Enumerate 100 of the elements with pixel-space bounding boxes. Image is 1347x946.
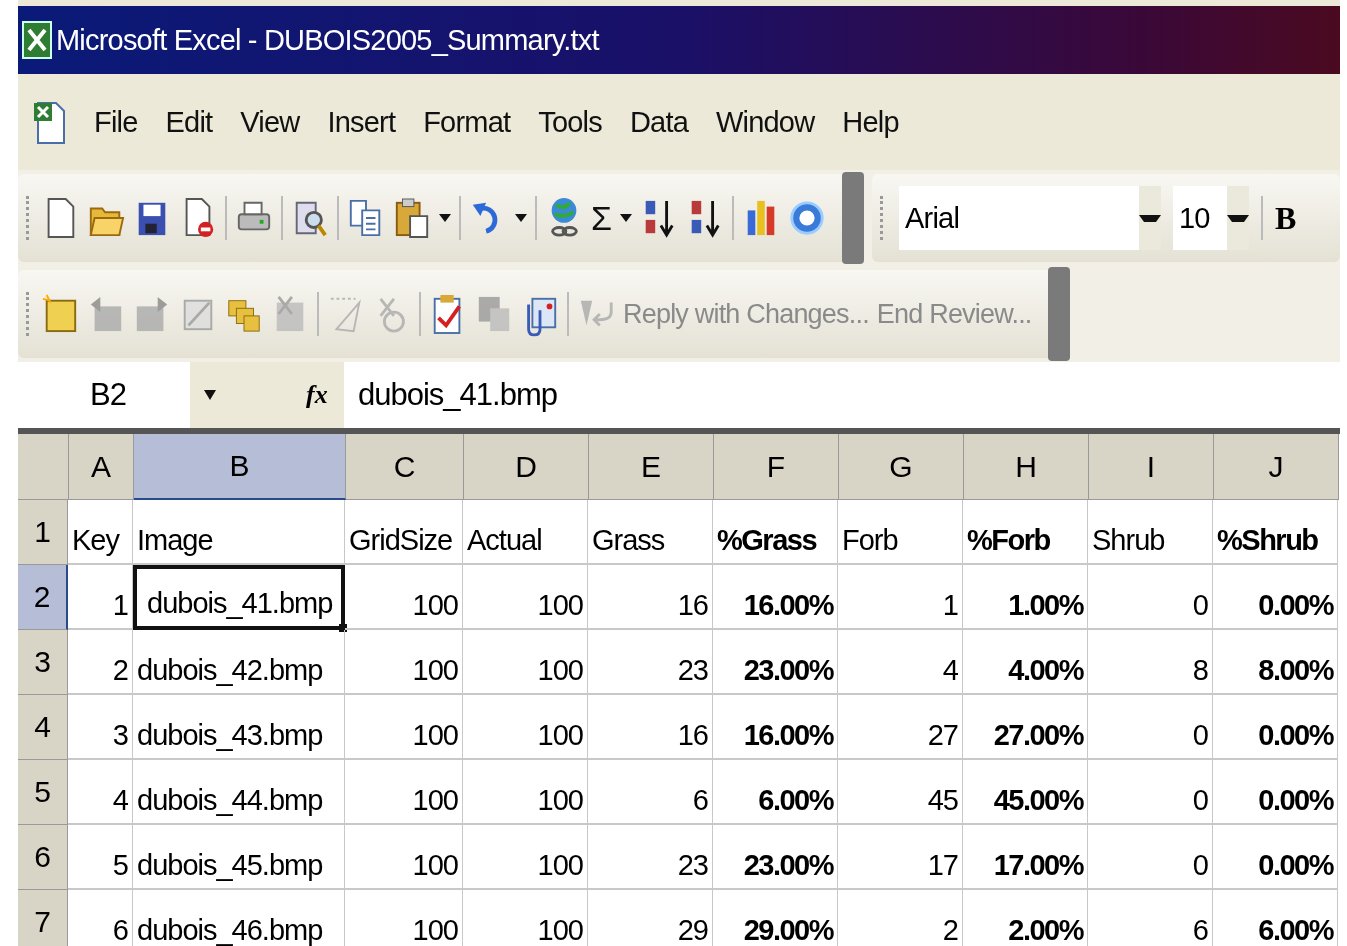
row-header[interactable]: 7 bbox=[18, 890, 68, 946]
toolbar-options-handle[interactable] bbox=[842, 172, 865, 264]
table-cell: 6.00% bbox=[713, 760, 838, 825]
column-header[interactable]: H bbox=[964, 434, 1089, 500]
caret-icon[interactable] bbox=[620, 214, 633, 222]
row-header[interactable]: 1 bbox=[18, 500, 68, 565]
table-cell: 100 bbox=[463, 565, 588, 630]
table-cell: 29 bbox=[588, 890, 713, 946]
menu-item[interactable]: Data bbox=[629, 105, 688, 139]
table-cell: 0.00% bbox=[1213, 825, 1338, 890]
table-cell: 27 bbox=[838, 695, 963, 760]
table-cell: 17 bbox=[838, 825, 963, 890]
workbook-icon[interactable] bbox=[32, 99, 66, 145]
excel-icon bbox=[22, 20, 52, 60]
menu-item[interactable]: Insert bbox=[327, 105, 396, 139]
toolbar-options-handle[interactable] bbox=[1047, 267, 1070, 361]
column-header[interactable]: E bbox=[589, 434, 714, 500]
formula-field[interactable]: dubois_41.bmp bbox=[344, 362, 1340, 428]
table-cell: 100 bbox=[463, 695, 588, 760]
table-cell: 0 bbox=[1088, 760, 1213, 825]
table-cell: dubois_45.bmp bbox=[133, 825, 345, 890]
caret-icon[interactable] bbox=[439, 214, 451, 222]
table-cell: 6 bbox=[1088, 890, 1213, 946]
table-cell: %Forb bbox=[963, 500, 1088, 565]
table-cell: 0 bbox=[1088, 565, 1213, 630]
table-cell: 16.00% bbox=[713, 695, 838, 760]
menu-item[interactable]: Window bbox=[716, 105, 815, 139]
menu-item[interactable]: Help bbox=[842, 105, 899, 139]
window-title: Microsoft Excel - DUBOIS2005_Summary.txt bbox=[56, 23, 599, 57]
caret-icon[interactable] bbox=[204, 390, 216, 400]
table-cell: Key bbox=[68, 500, 133, 565]
table-cell: 17.00% bbox=[963, 825, 1088, 890]
table-cell: 27.00% bbox=[963, 695, 1088, 760]
column-header[interactable]: F bbox=[714, 434, 839, 500]
table-cell: 2.00% bbox=[963, 890, 1088, 946]
caret-icon[interactable] bbox=[515, 214, 527, 222]
menu-item[interactable]: Edit bbox=[165, 105, 213, 139]
table-cell: 45 bbox=[838, 760, 963, 825]
table-cell: dubois_43.bmp bbox=[133, 695, 345, 760]
row-header[interactable]: 6 bbox=[18, 825, 68, 890]
table-cell: 1.00% bbox=[963, 565, 1088, 630]
table-cell: 23.00% bbox=[713, 630, 838, 695]
menu-item[interactable]: Format bbox=[423, 105, 511, 139]
table-cell: %Grass bbox=[713, 500, 838, 565]
row-header[interactable]: 5 bbox=[18, 760, 68, 825]
table-cell: 2 bbox=[68, 630, 133, 695]
table-cell: Grass bbox=[588, 500, 713, 565]
column-header[interactable]: D bbox=[464, 434, 589, 500]
table-cell: dubois_44.bmp bbox=[133, 760, 345, 825]
table-cell: 100 bbox=[345, 695, 463, 760]
table-cell: 1 bbox=[838, 565, 963, 630]
table-cell: 6 bbox=[68, 890, 133, 946]
table-cell: 3 bbox=[68, 695, 133, 760]
table-cell: 100 bbox=[345, 565, 463, 630]
font-size-dropdown[interactable]: 10 bbox=[1173, 186, 1250, 250]
table-cell: 0.00% bbox=[1213, 695, 1338, 760]
table-cell: 0 bbox=[1088, 695, 1213, 760]
table-cell: 23 bbox=[588, 825, 713, 890]
table-cell: dubois_46.bmp bbox=[133, 890, 345, 946]
row-header[interactable]: 2 bbox=[18, 565, 68, 630]
font-dropdown[interactable]: Arial bbox=[899, 186, 1162, 250]
table-cell: 100 bbox=[345, 630, 463, 695]
table-cell: Shrub bbox=[1088, 500, 1213, 565]
table-cell: 100 bbox=[345, 760, 463, 825]
bold-button[interactable]: B bbox=[1275, 199, 1297, 237]
table-cell: 0.00% bbox=[1213, 565, 1338, 630]
column-header[interactable]: B bbox=[134, 434, 346, 500]
table-cell: 100 bbox=[463, 890, 588, 946]
name-box[interactable]: B2 bbox=[18, 362, 190, 428]
table-cell: 8.00% bbox=[1213, 630, 1338, 695]
column-header[interactable]: C bbox=[346, 434, 464, 500]
table-cell: 100 bbox=[463, 760, 588, 825]
table-cell: 16.00% bbox=[713, 565, 838, 630]
column-header[interactable]: A bbox=[69, 434, 134, 500]
column-header[interactable]: I bbox=[1089, 434, 1214, 500]
table-cell: 4 bbox=[68, 760, 133, 825]
table-cell: 100 bbox=[463, 630, 588, 695]
column-header[interactable]: J bbox=[1214, 434, 1339, 500]
menu-item[interactable]: View bbox=[240, 105, 300, 139]
table-cell: 4 bbox=[838, 630, 963, 695]
insert-function-button[interactable]: fx bbox=[306, 380, 336, 410]
table-cell: 4.00% bbox=[963, 630, 1088, 695]
table-cell: 0.00% bbox=[1213, 760, 1338, 825]
table-cell: 23.00% bbox=[713, 825, 838, 890]
table-cell: Forb bbox=[838, 500, 963, 565]
menu-item[interactable]: Tools bbox=[538, 105, 602, 139]
table-cell: 100 bbox=[345, 890, 463, 946]
menu-item[interactable]: File bbox=[94, 105, 138, 139]
column-header[interactable]: G bbox=[839, 434, 964, 500]
table-cell: Image bbox=[133, 500, 345, 565]
table-cell: 16 bbox=[588, 565, 713, 630]
table-cell: 1 bbox=[68, 565, 133, 630]
row-header[interactable]: 3 bbox=[18, 630, 68, 695]
row-header[interactable]: 4 bbox=[18, 695, 68, 760]
table-cell[interactable]: dubois_41.bmp bbox=[133, 565, 345, 630]
table-cell: Actual bbox=[463, 500, 588, 565]
table-cell: 45.00% bbox=[963, 760, 1088, 825]
table-cell: 6 bbox=[588, 760, 713, 825]
autosum-button[interactable]: Σ bbox=[591, 198, 613, 238]
clipboard-icon[interactable] bbox=[393, 195, 431, 241]
